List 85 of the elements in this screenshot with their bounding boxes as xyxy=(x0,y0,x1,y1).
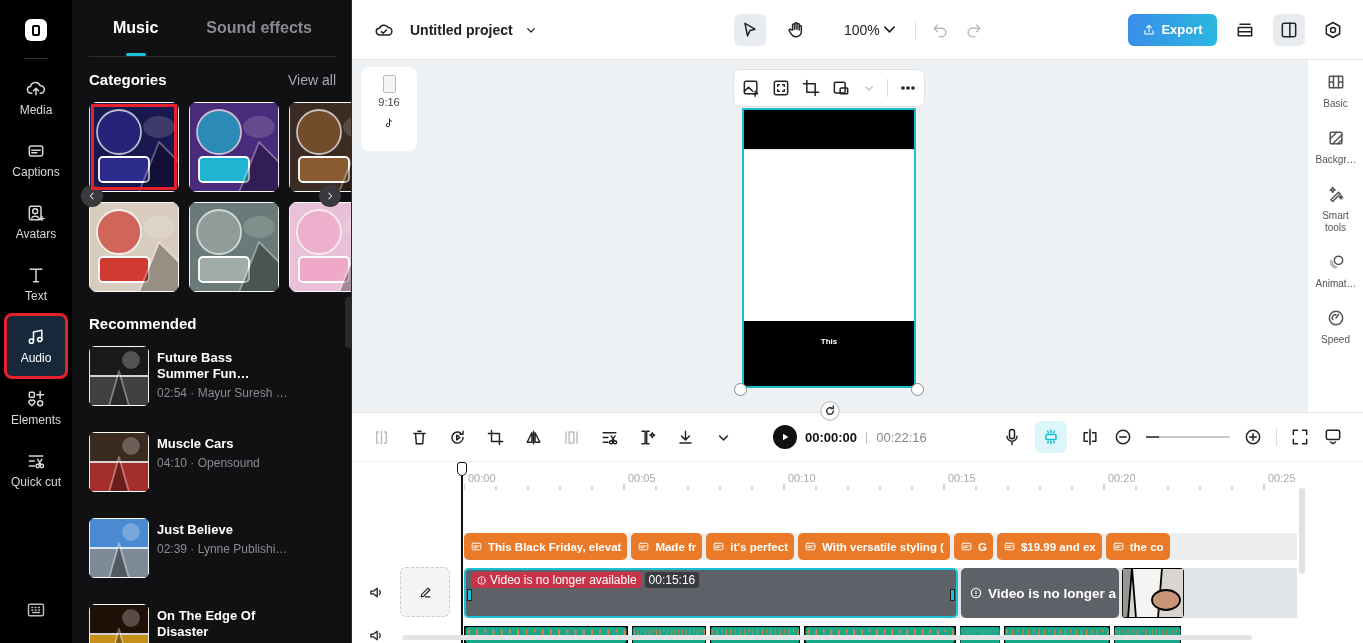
settings-icon[interactable] xyxy=(1323,19,1343,40)
mirror-icon[interactable] xyxy=(524,427,543,447)
view-all-link[interactable]: View all xyxy=(288,71,336,88)
track-title: Future Bass Summer Fun… xyxy=(157,350,251,382)
app-logo[interactable] xyxy=(25,19,47,41)
video-preview[interactable]: This xyxy=(742,108,916,388)
project-title[interactable]: Untitled project xyxy=(410,21,513,38)
phone-icon xyxy=(382,75,396,93)
trim-handle[interactable] xyxy=(950,589,955,601)
upload-icon xyxy=(1142,22,1157,37)
trim-handle[interactable] xyxy=(467,589,472,601)
time-marker: 00:15 xyxy=(947,472,977,484)
rotate-icon[interactable] xyxy=(820,401,840,421)
captions-icon xyxy=(804,540,817,553)
music-track[interactable]: Future Bass Summer Fun… 02:54 · Mayur Suresh … xyxy=(89,346,336,432)
scrollbar[interactable] xyxy=(1299,488,1305,574)
resize-handle[interactable] xyxy=(911,383,924,396)
track-meta: 02:39 · Lynne Publishi… xyxy=(157,542,288,556)
captions-icon xyxy=(470,540,483,553)
video-clip[interactable]: Video is no longer a xyxy=(961,568,1119,618)
warning-icon xyxy=(476,574,487,586)
tab[interactable]: Sound effects xyxy=(200,0,318,56)
property-tab[interactable]: Speed xyxy=(1308,308,1363,346)
resize-handle[interactable] xyxy=(734,383,747,396)
keyboard-icon[interactable] xyxy=(26,600,46,620)
sidebar-item[interactable]: Captions xyxy=(6,129,66,191)
total-time: 00:22:16 xyxy=(876,429,927,445)
sidebar-item[interactable]: Avatars xyxy=(6,191,66,253)
pointer-tool-button[interactable] xyxy=(734,13,766,46)
captions-icon xyxy=(1111,540,1125,553)
track-title: Just Believe xyxy=(157,522,234,538)
property-tab[interactable]: Smart tools xyxy=(1308,184,1363,234)
captions-icon xyxy=(959,540,973,553)
panel-toggle-button[interactable] xyxy=(1273,13,1305,46)
zoom-dropdown[interactable]: 100% xyxy=(838,20,901,39)
download-icon[interactable] xyxy=(676,427,695,447)
section-title: Recommended xyxy=(89,315,198,332)
time-marker: 00:00 xyxy=(467,472,497,484)
track-title: Muscle Cars xyxy=(157,436,235,452)
zoom-out-icon[interactable] xyxy=(1113,427,1133,447)
preview-icon[interactable] xyxy=(1323,427,1343,447)
sidebar-item[interactable]: Media xyxy=(6,67,66,129)
sidebar-item[interactable]: Text xyxy=(6,253,66,315)
crop-icon[interactable] xyxy=(800,78,821,98)
section-title: Categories xyxy=(89,71,167,88)
property-tab[interactable]: Basic xyxy=(1308,72,1363,110)
track-meta: 02:54 · Mayur Suresh … xyxy=(157,386,288,400)
time-separator: | xyxy=(865,430,869,444)
collapse-handle[interactable] xyxy=(345,297,351,348)
music-track[interactable]: Just Believe 02:39 · Lynne Publishi… xyxy=(89,518,336,604)
tab[interactable]: Music xyxy=(106,0,165,56)
music-track[interactable]: On The Edge Of Disaster xyxy=(89,604,336,643)
error-badge: Video is no longer available xyxy=(472,572,641,588)
delete-icon[interactable] xyxy=(410,427,429,447)
time-marker: 00:10 xyxy=(787,472,817,484)
captions-icon xyxy=(637,540,651,553)
fullscreen-icon[interactable] xyxy=(1290,427,1310,447)
elements-icon xyxy=(26,388,46,409)
split-icon[interactable] xyxy=(1080,427,1100,447)
time-marker: 00:20 xyxy=(1107,472,1137,484)
playhead[interactable] xyxy=(457,462,467,643)
sidebar-item[interactable]: Elements xyxy=(6,377,66,439)
current-time: 00:00:00 xyxy=(805,429,858,445)
track-title: On The Edge Of Disaster xyxy=(157,608,257,640)
sidebar-item[interactable]: Audio xyxy=(6,315,66,377)
trim-icon[interactable] xyxy=(638,427,657,447)
chevron-down-icon xyxy=(883,26,895,33)
captions-icon xyxy=(1002,540,1016,553)
property-tab[interactable]: Backgr… xyxy=(1308,128,1363,166)
captions-icon xyxy=(712,540,726,553)
zoom-in-icon[interactable] xyxy=(1243,427,1263,447)
property-tab[interactable]: Animat… xyxy=(1308,252,1363,290)
video-clip[interactable]: Video is no longer available 00:15:16 xyxy=(464,568,958,618)
time-marker: 00:25 xyxy=(1267,472,1297,484)
crop-icon[interactable] xyxy=(486,427,505,447)
aspect-ratio-card[interactable]: 9:16 xyxy=(361,67,417,151)
warning-icon xyxy=(969,586,983,600)
play-button[interactable] xyxy=(773,425,797,449)
music-track[interactable]: Muscle Cars 04:10 · Opensound xyxy=(89,432,336,518)
clip-duration: 00:15:16 xyxy=(644,572,700,588)
time-marker: 00:05 xyxy=(627,472,657,484)
caption-text: This xyxy=(820,337,838,348)
sidebar-item[interactable]: Quick cut xyxy=(6,439,66,501)
scrollbar[interactable] xyxy=(402,635,1252,640)
track-meta: 04:10 · Opensound xyxy=(157,456,261,470)
